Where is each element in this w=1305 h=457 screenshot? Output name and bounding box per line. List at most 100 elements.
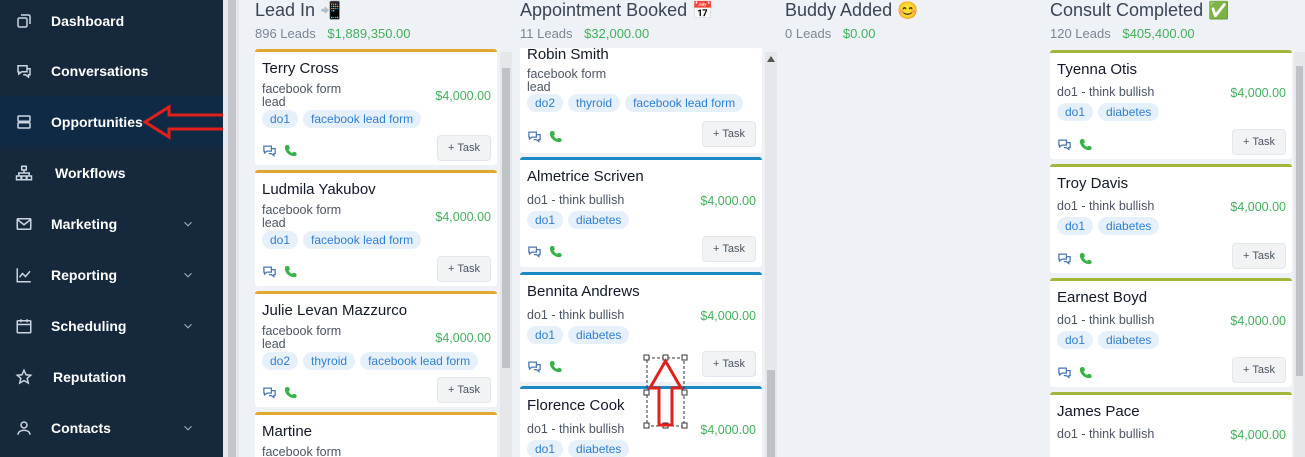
card-actions: [527, 129, 563, 144]
source-text: do1 - think bullish: [527, 193, 625, 207]
phone-icon[interactable]: [548, 359, 563, 374]
source-text-line2: lead: [262, 216, 286, 230]
opportunity-card[interactable]: James Pace do1 - think bullish $4,000.00: [1050, 392, 1292, 457]
add-task-button[interactable]: + Task: [437, 377, 491, 403]
opportunity-card[interactable]: Ludmila Yakubov facebook form lead $4,00…: [255, 170, 497, 286]
tag[interactable]: do1: [527, 326, 564, 344]
phone-icon[interactable]: [283, 264, 298, 279]
tag[interactable]: thyroid: [568, 94, 621, 112]
opportunity-card[interactable]: Troy Davis do1 - think bullish $4,000.00…: [1050, 164, 1292, 273]
opportunity-card[interactable]: Florence Cook do1 - think bullish $4,000…: [520, 386, 762, 457]
add-task-button[interactable]: + Task: [1232, 243, 1286, 269]
tag[interactable]: diabetes: [1098, 217, 1160, 235]
column-stats: 896 Leads $1,889,350.00: [255, 26, 411, 41]
chat-icon[interactable]: [1057, 365, 1072, 380]
tag-list: do1 diabetes: [527, 211, 630, 229]
tag-list: do1 diabetes: [527, 326, 630, 344]
tag[interactable]: facebook lead form: [303, 231, 422, 249]
chat-icon[interactable]: [262, 385, 277, 400]
card-actions: [527, 359, 563, 374]
column-stats: 120 Leads $405,400.00: [1050, 26, 1195, 41]
tag[interactable]: do2: [262, 352, 299, 370]
tag[interactable]: diabetes: [568, 440, 630, 457]
phone-icon[interactable]: [1078, 365, 1093, 380]
sidebar-item-contacts[interactable]: Contacts: [0, 402, 223, 453]
add-task-button[interactable]: + Task: [702, 121, 756, 147]
chat-icon[interactable]: [527, 129, 542, 144]
column-scrollbar[interactable]: [1294, 52, 1305, 457]
card-actions: [262, 385, 298, 400]
add-task-button[interactable]: + Task: [437, 256, 491, 282]
sidebar-item-scheduling[interactable]: Scheduling: [0, 300, 223, 351]
tag[interactable]: do1: [1057, 103, 1094, 121]
add-task-button[interactable]: + Task: [1232, 129, 1286, 155]
sidebar-item-conversations[interactable]: Conversations: [0, 45, 223, 96]
phone-icon[interactable]: [283, 385, 298, 400]
opportunity-card[interactable]: Julie Levan Mazzurco facebook form lead …: [255, 291, 497, 407]
opportunity-card[interactable]: Terry Cross facebook form lead $4,000.00…: [255, 49, 497, 165]
contact-name: Almetrice Scriven: [527, 168, 644, 185]
tag[interactable]: do2: [527, 94, 564, 112]
tag[interactable]: facebook lead form: [303, 110, 422, 128]
phone-icon[interactable]: [548, 244, 563, 259]
add-task-button[interactable]: + Task: [702, 351, 756, 377]
tag[interactable]: thyroid: [303, 352, 356, 370]
column-scrollbar-thumb[interactable]: [767, 370, 775, 457]
chevron-down-icon[interactable]: [181, 217, 195, 231]
opportunity-card[interactable]: Almetrice Scriven do1 - think bullish $4…: [520, 157, 762, 267]
source-text: do1 - think bullish: [1057, 199, 1155, 213]
chevron-down-icon[interactable]: [181, 268, 195, 282]
tag[interactable]: do1: [1057, 331, 1094, 349]
sidebar-item-marketing[interactable]: Marketing: [0, 198, 223, 249]
tag-list: do1 facebook lead form: [262, 231, 422, 249]
page-scrollbar-thumb[interactable]: [228, 0, 236, 457]
tag[interactable]: diabetes: [568, 211, 630, 229]
opportunity-card[interactable]: Martine facebook form: [255, 412, 497, 457]
sidebar-item-reporting[interactable]: Reporting: [0, 249, 223, 300]
chevron-down-icon[interactable]: [181, 421, 195, 435]
column-scrollbar-thumb[interactable]: [502, 68, 510, 368]
add-task-button[interactable]: + Task: [437, 135, 491, 161]
tag[interactable]: facebook lead form: [625, 94, 744, 112]
tag[interactable]: diabetes: [568, 326, 630, 344]
tag[interactable]: do1: [527, 211, 564, 229]
chat-icon[interactable]: [527, 244, 542, 259]
source-text: do1 - think bullish: [1057, 313, 1155, 327]
opportunity-card[interactable]: Bennita Andrews do1 - think bullish $4,0…: [520, 272, 762, 382]
tag[interactable]: do1: [262, 231, 299, 249]
smile-emoji-icon: 😊: [897, 1, 919, 20]
sidebar-item-dashboard[interactable]: Dashboard: [0, 0, 223, 46]
opportunity-card[interactable]: Robin Smith facebook form lead do2 thyro…: [520, 46, 762, 153]
chat-icon[interactable]: [1057, 251, 1072, 266]
tag[interactable]: facebook lead form: [360, 352, 479, 370]
sidebar-item-reputation[interactable]: Reputation: [0, 351, 223, 402]
phone-icon[interactable]: [548, 129, 563, 144]
scroll-up-arrow-icon[interactable]: [767, 56, 775, 62]
tag[interactable]: do1: [262, 110, 299, 128]
opportunity-card[interactable]: Tyenna Otis do1 - think bullish $4,000.0…: [1050, 50, 1292, 159]
chat-icon[interactable]: [527, 359, 542, 374]
phone-icon[interactable]: [1078, 137, 1093, 152]
column-scrollbar-thumb[interactable]: [1296, 66, 1303, 376]
chevron-down-icon[interactable]: [181, 319, 195, 333]
tag[interactable]: do1: [527, 440, 564, 457]
tag[interactable]: diabetes: [1098, 103, 1160, 121]
opportunity-value: $4,000.00: [1230, 200, 1286, 214]
chat-icon[interactable]: [262, 264, 277, 279]
chart-icon: [14, 265, 34, 285]
opportunity-value: $4,000.00: [700, 194, 756, 208]
chat-icon[interactable]: [1057, 137, 1072, 152]
phone-icon[interactable]: [1078, 251, 1093, 266]
column-scrollbar[interactable]: [765, 52, 777, 457]
tag-list: do2 thyroid facebook lead form: [527, 94, 744, 112]
add-task-button[interactable]: + Task: [1232, 357, 1286, 383]
column-scrollbar[interactable]: [500, 52, 512, 457]
sidebar-item-workflows[interactable]: Workflows: [0, 147, 223, 198]
phone-icon[interactable]: [283, 143, 298, 158]
opportunities-icon: [14, 112, 34, 132]
add-task-button[interactable]: + Task: [702, 236, 756, 262]
chat-icon[interactable]: [262, 143, 277, 158]
opportunity-card[interactable]: Earnest Boyd do1 - think bullish $4,000.…: [1050, 278, 1292, 387]
tag[interactable]: diabetes: [1098, 331, 1160, 349]
tag[interactable]: do1: [1057, 217, 1094, 235]
